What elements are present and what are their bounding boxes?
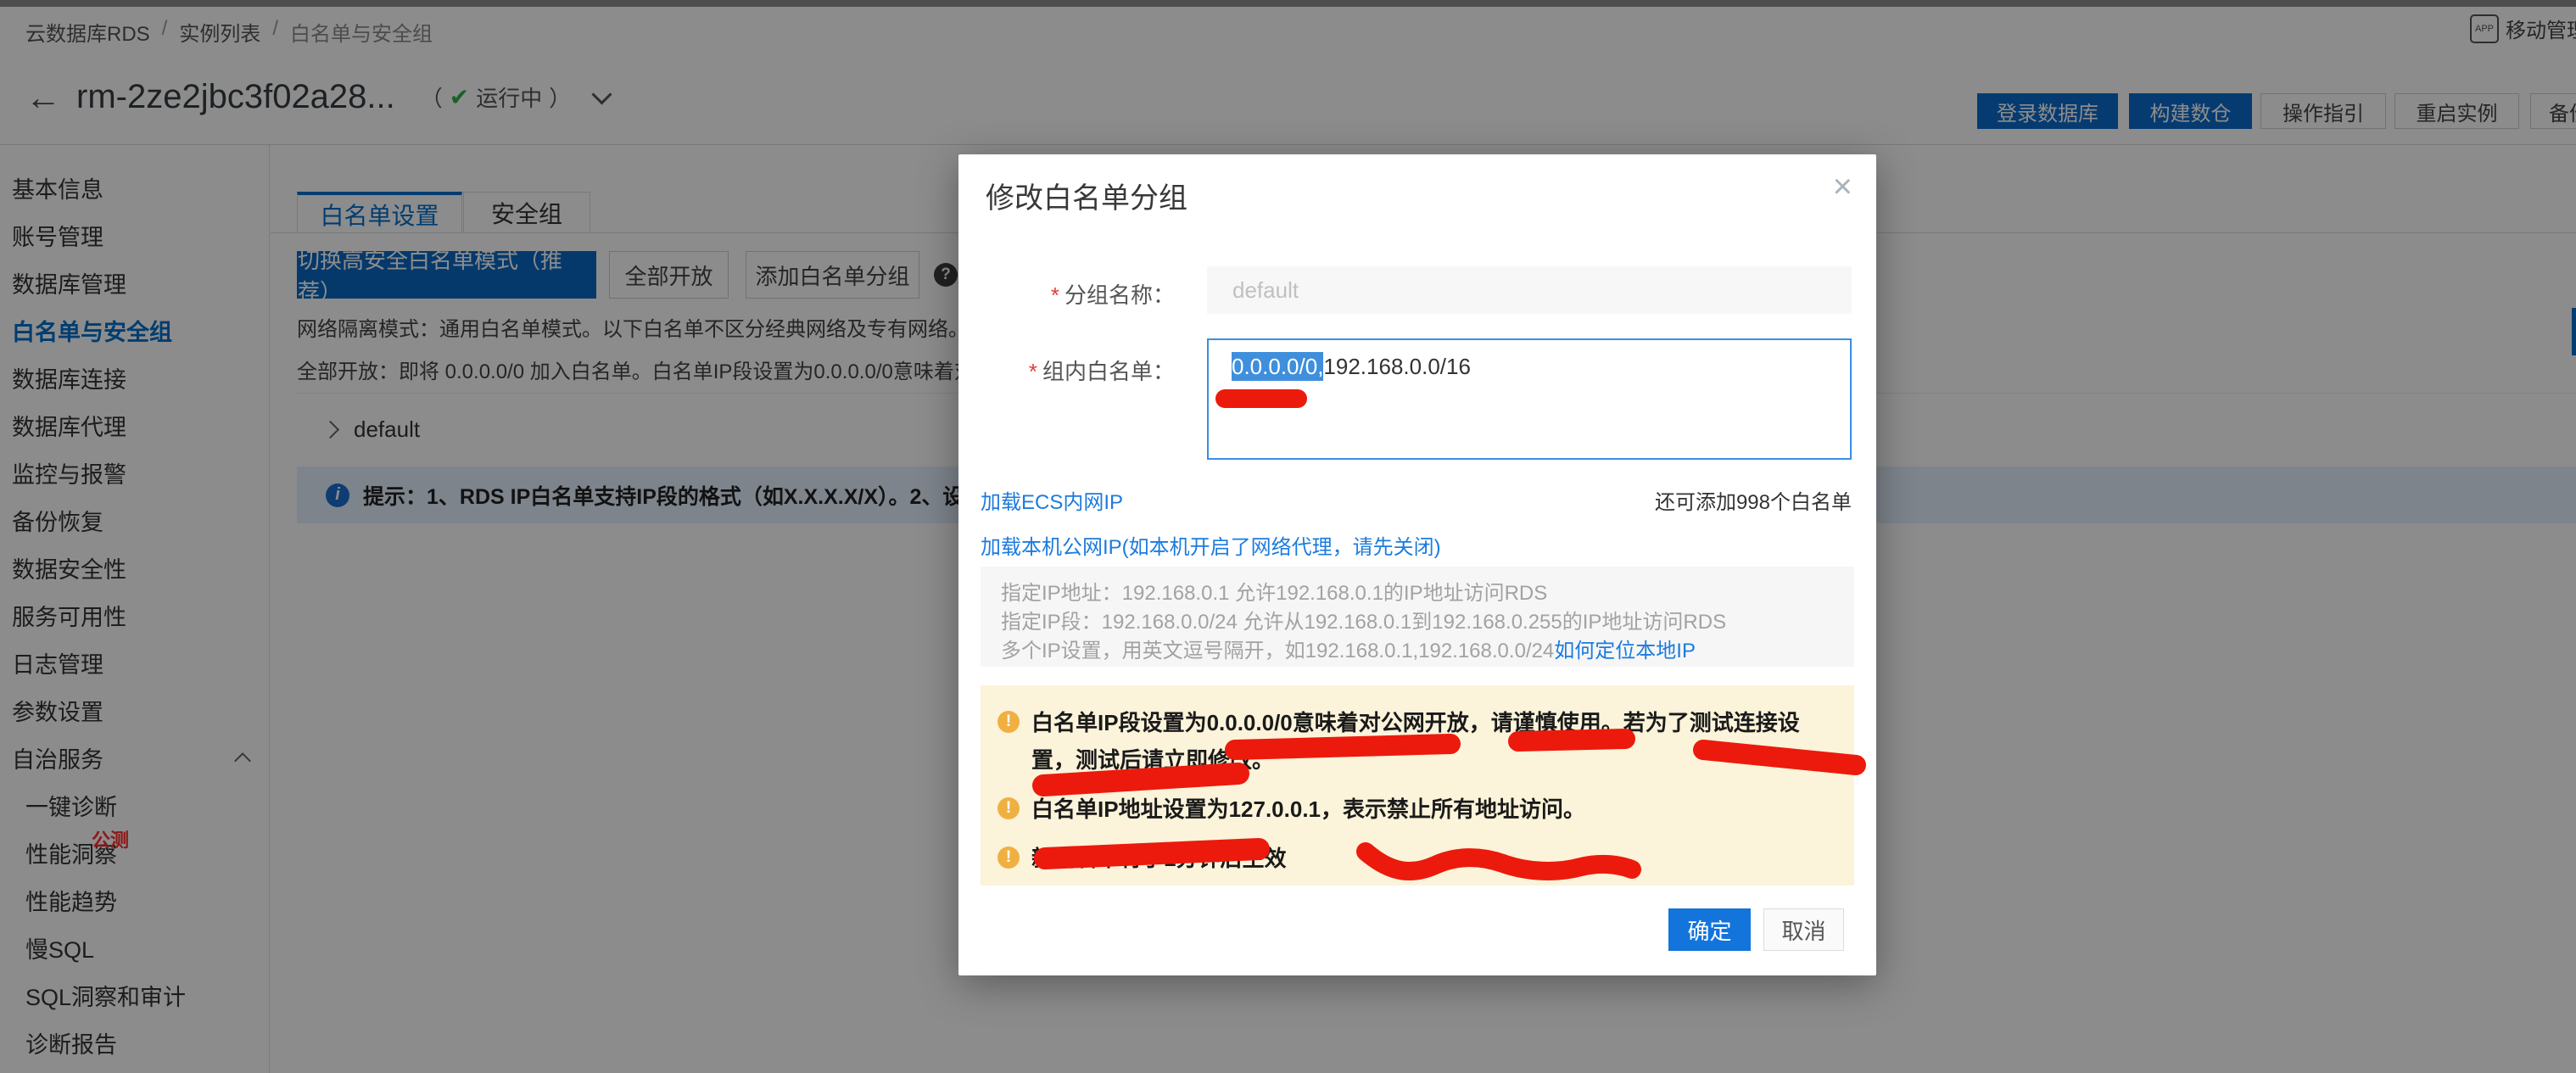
- group-name-label: *分组名称：: [958, 278, 1175, 310]
- confirm-button[interactable]: 确定: [1668, 908, 1751, 951]
- help-line-cidr: 指定IP段：192.168.0.0/24 允许从192.168.0.1到192.…: [1001, 608, 1834, 637]
- help-line-multi: 多个IP设置，用英文逗号隔开，如192.168.0.1,192.168.0.0/…: [1001, 637, 1834, 666]
- remaining-whitelist-counter: 还可添加998个白名单: [1655, 485, 1852, 515]
- help-line-multi-text: 多个IP设置，用英文逗号隔开，如192.168.0.1,192.168.0.0/…: [1001, 640, 1554, 662]
- load-local-ip-link[interactable]: 加载本机公网IP(如本机开启了网络代理，请先关闭): [981, 530, 1441, 560]
- warning-text: 白名单IP段设置为0.0.0.0/0意味着对公网开放，请谨慎使用。若为了测试连接…: [1031, 704, 1837, 779]
- required-mark: *: [1029, 359, 1037, 384]
- warning-row-loopback: ! 白名单IP地址设置为127.0.0.1，表示禁止所有地址访问。: [997, 791, 1837, 828]
- locate-local-ip-link[interactable]: 如何定位本地IP: [1554, 640, 1696, 662]
- selected-ip-text: 0.0.0.0/0,: [1232, 352, 1323, 381]
- warning-row-effective-time: ! 新白名单将于1分钟后生效: [997, 840, 1837, 877]
- warning-icon: !: [997, 711, 1020, 733]
- warning-row-public-open: ! 白名单IP段设置为0.0.0.0/0意味着对公网开放，请谨慎使用。若为了测试…: [997, 704, 1837, 779]
- modal-title: 修改白名单分组: [986, 175, 1187, 216]
- group-ips-textarea[interactable]: 0.0.0.0/0,192.168.0.0/16: [1207, 338, 1852, 460]
- ip-format-help-box: 指定IP地址：192.168.0.1 允许192.168.0.1的IP地址访问R…: [981, 567, 1854, 667]
- group-ips-label: *组内白名单：: [958, 355, 1175, 386]
- group-name-label-text: 分组名称：: [1064, 282, 1175, 308]
- group-ips-label-text: 组内白名单：: [1042, 359, 1175, 384]
- rds-console-page: 云数据库RDS / 实例列表 / 白名单与安全组 APP 移动管理 ← rm-2…: [0, 0, 2576, 1073]
- group-name-input: default: [1207, 266, 1852, 314]
- help-line-ip: 指定IP地址：192.168.0.1 允许192.168.0.1的IP地址访问R…: [1001, 579, 1834, 608]
- load-ecs-ip-link[interactable]: 加载ECS内网IP: [981, 485, 1123, 515]
- warning-text: 白名单IP地址设置为127.0.0.1，表示禁止所有地址访问。: [1031, 791, 1585, 828]
- warning-icon: !: [997, 797, 1020, 819]
- edit-whitelist-group-modal: 修改白名单分组 × *分组名称： default *组内白名单： 0.0.0.0…: [958, 154, 1876, 975]
- warning-text: 新白名单将于1分钟后生效: [1031, 840, 1286, 877]
- required-mark: *: [1051, 282, 1059, 308]
- warning-box: ! 白名单IP段设置为0.0.0.0/0意味着对公网开放，请谨慎使用。若为了测试…: [981, 685, 1854, 886]
- textarea-content: 0.0.0.0/0,192.168.0.0/16: [1232, 354, 1471, 380]
- unselected-ip-text: 192.168.0.0/16: [1323, 354, 1471, 379]
- warning-icon: !: [997, 847, 1020, 869]
- cancel-button[interactable]: 取消: [1763, 908, 1844, 951]
- close-icon[interactable]: ×: [1833, 170, 1852, 204]
